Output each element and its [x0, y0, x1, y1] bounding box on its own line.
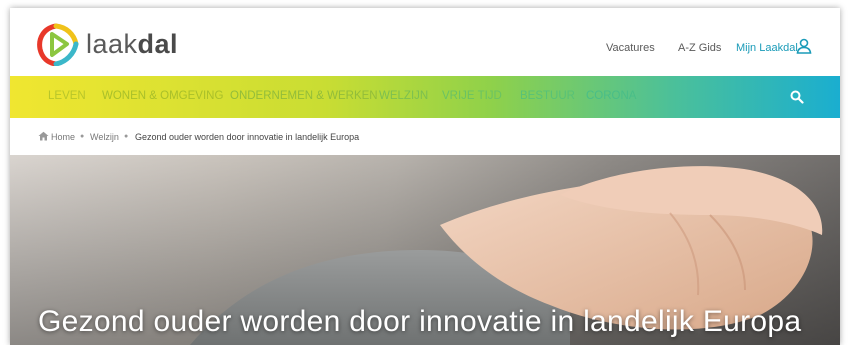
breadcrumb-separator: ●: [124, 133, 129, 140]
logo-text: laakdal: [86, 29, 179, 59]
vacatures-link[interactable]: Vacatures: [606, 42, 655, 54]
nav-item-welzijn[interactable]: WELZIJN: [379, 90, 428, 102]
main-navigation: LEVEN WONEN & OMGEVING ONDERNEMEN & WERK…: [10, 76, 840, 118]
browser-page: laakdal Vacatures A-Z Gids Mijn Laakdal …: [10, 8, 840, 345]
home-icon: [38, 131, 49, 141]
breadcrumb-home[interactable]: Home: [51, 132, 75, 142]
site-header: laakdal Vacatures A-Z Gids Mijn Laakdal: [10, 8, 840, 76]
breadcrumb-separator: ●: [80, 133, 85, 140]
breadcrumb: Home ● Welzijn ● Gezond ouder worden doo…: [10, 118, 840, 155]
site-logo[interactable]: laakdal: [36, 22, 186, 66]
az-gids-link[interactable]: A-Z Gids: [678, 42, 721, 54]
nav-item-leven[interactable]: LEVEN: [48, 90, 86, 102]
logo-mark-icon: [37, 23, 79, 66]
nav-item-ondernemen-werken[interactable]: ONDERNEMEN & WERKEN: [230, 90, 378, 102]
user-icon[interactable]: [796, 38, 812, 54]
nav-item-corona[interactable]: CORONA: [586, 90, 636, 102]
page-title: Gezond ouder worden door innovatie in la…: [38, 305, 802, 338]
hero-banner: Gezond ouder worden door innovatie in la…: [10, 155, 840, 345]
search-icon[interactable]: [790, 90, 804, 104]
breadcrumb-welzijn[interactable]: Welzijn: [90, 132, 119, 142]
nav-item-wonen-omgeving[interactable]: WONEN & OMGEVING: [102, 90, 223, 102]
breadcrumb-current: Gezond ouder worden door innovatie in la…: [135, 132, 360, 142]
mijn-laakdal-link[interactable]: Mijn Laakdal: [736, 42, 798, 54]
nav-item-bestuur[interactable]: BESTUUR: [520, 90, 575, 102]
nav-item-vrije-tijd[interactable]: VRIJE TIJD: [442, 90, 502, 102]
